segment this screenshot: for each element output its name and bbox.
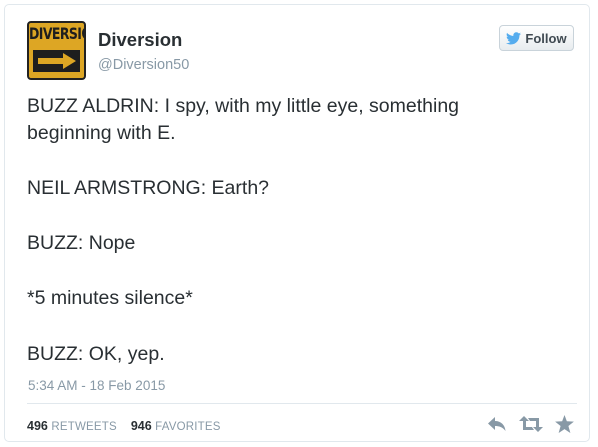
favorites-label: FAVORITES	[155, 421, 221, 433]
tweet-timestamp[interactable]: 5:34 AM - 18 Feb 2015	[28, 378, 165, 393]
favorite-star-icon[interactable]	[555, 415, 574, 438]
divider	[27, 403, 577, 404]
tweet-stats: 496 RETWEETS 946 FAVORITES	[27, 419, 221, 433]
tweet-line: BUZZ: Nope	[27, 232, 136, 254]
favorites-count: 946	[130, 419, 152, 433]
follow-button[interactable]: Follow	[499, 25, 574, 51]
tweet-line: BUZZ ALDRIN: I spy, with my little eye, …	[27, 95, 460, 117]
user-handle[interactable]: @Diversion50	[98, 57, 189, 73]
retweets-count: 496	[27, 419, 48, 433]
reply-icon[interactable]	[487, 416, 507, 437]
tweet-line: *5 minutes silence*	[27, 287, 193, 309]
avatar[interactable]: DIVERSION	[27, 21, 86, 80]
tweet-actions	[487, 415, 574, 438]
avatar-logo-text: DIVERSION	[29, 24, 84, 43]
user-display-name[interactable]: Diversion	[98, 29, 182, 51]
tweet-line: beginning with E.	[27, 122, 176, 144]
twitter-bird-icon	[506, 31, 522, 44]
retweets-stat[interactable]: 496 RETWEETS	[27, 419, 120, 433]
tweet-card: DIVERSION Diversion @Diversion50 Follow …	[4, 4, 590, 442]
retweet-icon[interactable]	[519, 416, 543, 437]
tweet-line: NEIL ARMSTRONG: Earth?	[27, 177, 270, 199]
retweets-label: RETWEETS	[51, 421, 117, 433]
arrow-sign-icon	[33, 50, 80, 72]
tweet-line: BUZZ: OK, yep.	[27, 343, 165, 365]
follow-button-label: Follow	[525, 30, 567, 46]
favorites-stat[interactable]: 946 FAVORITES	[131, 419, 221, 433]
